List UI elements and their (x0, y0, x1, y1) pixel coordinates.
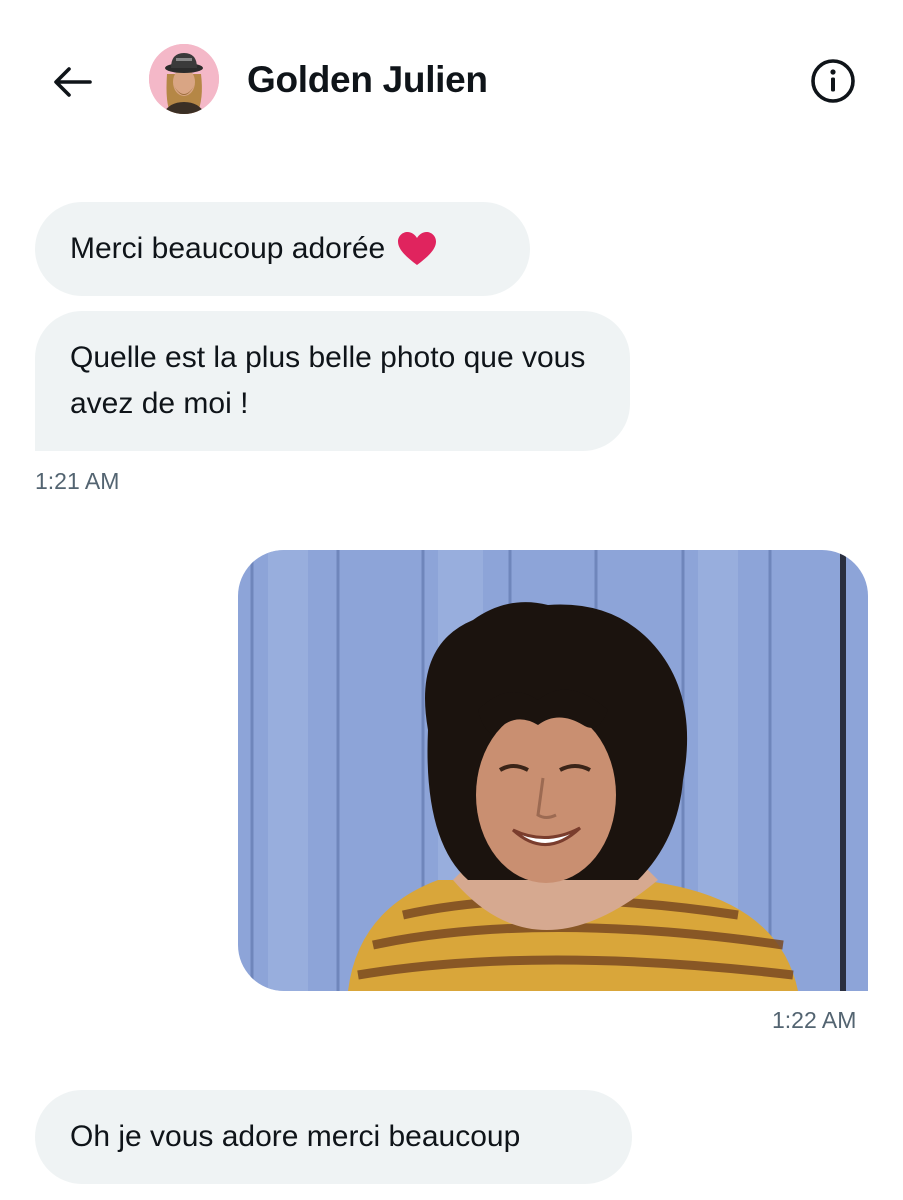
contact-name[interactable]: Golden Julien (247, 56, 488, 104)
message-timestamp: 1:21 AM (35, 468, 120, 494)
photo-image (238, 550, 868, 991)
message-timestamp: 1:22 AM (772, 1007, 857, 1033)
sent-photo-message[interactable] (238, 550, 868, 991)
back-button[interactable] (48, 58, 96, 106)
message-bubble-received[interactable]: Merci beaucoup adorée (35, 202, 530, 296)
info-circle-icon (811, 59, 855, 103)
message-bubble-received[interactable]: Quelle est la plus belle photo que vous … (35, 311, 630, 451)
message-bubble-received[interactable]: Oh je vous adore merci beaucoup (35, 1090, 632, 1184)
arrow-left-icon (54, 67, 92, 97)
avatar[interactable] (149, 44, 219, 114)
red-heart-emoji-icon (398, 232, 437, 265)
message-text: Oh je vous adore merci beaucoup (70, 1120, 521, 1153)
conversation-info-button[interactable] (806, 54, 860, 108)
conversation-header: Golden Julien (0, 0, 903, 160)
message-text: Quelle est la plus belle photo que vous … (70, 341, 586, 420)
message-text: Merci beaucoup adorée (70, 232, 386, 265)
